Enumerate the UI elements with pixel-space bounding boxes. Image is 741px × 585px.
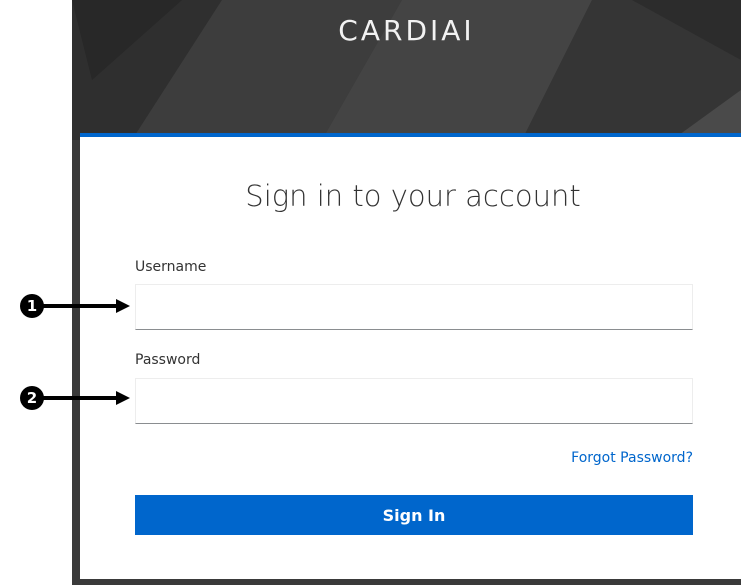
callout-arrow-2 <box>42 391 130 405</box>
login-card: Sign in to your account Username Passwor… <box>80 133 741 579</box>
page-title: Sign in to your account <box>245 179 581 213</box>
sign-in-button[interactable]: Sign In <box>135 495 693 535</box>
forgot-password-link[interactable]: Forgot Password? <box>510 450 693 466</box>
callout-marker-1: 1 <box>20 294 44 318</box>
brand-logo: CARDIAI <box>338 14 475 47</box>
password-label: Password <box>135 352 201 368</box>
screenshot-stage: CARDIAI Sign in to your account Username… <box>0 0 741 585</box>
password-input[interactable] <box>135 378 693 424</box>
username-input[interactable] <box>135 284 693 330</box>
callout-marker-2: 2 <box>20 386 44 410</box>
callout-arrow-1 <box>42 299 130 313</box>
username-label: Username <box>135 259 207 275</box>
